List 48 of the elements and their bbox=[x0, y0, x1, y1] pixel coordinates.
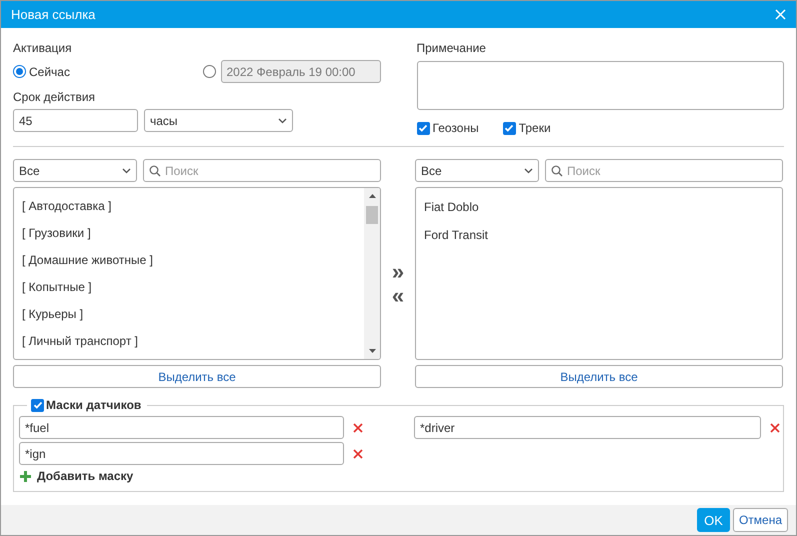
chevron-icon bbox=[524, 168, 533, 174]
select-all-button[interactable]: Выделить все bbox=[13, 365, 381, 388]
field-label: Активация bbox=[13, 41, 73, 55]
note-field[interactable] bbox=[416, 61, 784, 110]
checkbox-label[interactable]: Геозоны bbox=[432, 121, 479, 135]
scroll-up-icon[interactable] bbox=[368, 194, 376, 198]
radio-label[interactable]: Сейчас bbox=[29, 64, 70, 78]
filter-dropdown[interactable]: Все bbox=[13, 159, 137, 182]
add-arrow-button[interactable]: » bbox=[392, 262, 404, 280]
plus-icon bbox=[19, 470, 32, 482]
scroll-down-icon[interactable] bbox=[368, 349, 376, 353]
panel-title: Маски датчиков bbox=[46, 398, 142, 412]
search-icon bbox=[149, 164, 161, 176]
delete-icon[interactable] bbox=[352, 448, 364, 460]
duration-field[interactable]: 45 bbox=[13, 109, 138, 132]
checkbox[interactable] bbox=[416, 122, 430, 134]
field-label: Срок действия bbox=[13, 90, 96, 104]
list-item[interactable]: [ Личный транспорт ] bbox=[22, 327, 138, 354]
field-label: Примечание bbox=[416, 41, 487, 55]
list-item[interactable]: [ Копытные ] bbox=[22, 273, 92, 300]
mask-field[interactable]: *driver bbox=[414, 416, 761, 439]
radio-button[interactable] bbox=[13, 65, 26, 78]
mask-field[interactable]: *ign bbox=[19, 442, 344, 465]
scroll-thumb[interactable] bbox=[366, 206, 378, 224]
list-item[interactable]: [ Курьеры ] bbox=[22, 300, 84, 328]
unit-dropdown[interactable]: часы bbox=[144, 109, 293, 132]
checkbox-label[interactable]: Треки bbox=[518, 121, 551, 135]
close-icon[interactable] bbox=[775, 9, 786, 20]
list-item[interactable]: Ford Transit bbox=[424, 221, 488, 249]
search-icon bbox=[551, 164, 563, 176]
list-item[interactable]: [ Грузовики ] bbox=[22, 220, 91, 247]
select-all-button[interactable]: Выделить все bbox=[415, 365, 783, 388]
filter-dropdown[interactable]: Все bbox=[415, 159, 539, 182]
delete-icon[interactable] bbox=[352, 422, 364, 434]
remove-arrow-button[interactable]: « bbox=[392, 286, 404, 304]
list-item[interactable]: [ Автодоставка ] bbox=[22, 193, 112, 220]
mask-field[interactable]: *fuel bbox=[19, 416, 344, 439]
checkbox[interactable] bbox=[502, 122, 516, 134]
checkbox[interactable] bbox=[31, 398, 44, 412]
add-mask-button[interactable]: Добавить маску bbox=[19, 469, 134, 483]
scrollbar[interactable] bbox=[364, 188, 380, 359]
delete-icon[interactable] bbox=[769, 422, 781, 434]
cancel-button[interactable]: Отмена bbox=[732, 508, 788, 532]
window-title: Новая ссылка bbox=[11, 7, 96, 22]
chevron-icon bbox=[122, 168, 131, 174]
chevron-icon bbox=[278, 118, 287, 124]
list-item[interactable]: Fiat Doblo bbox=[424, 193, 479, 221]
list-item[interactable]: [ Домашние животные ] bbox=[22, 246, 153, 274]
